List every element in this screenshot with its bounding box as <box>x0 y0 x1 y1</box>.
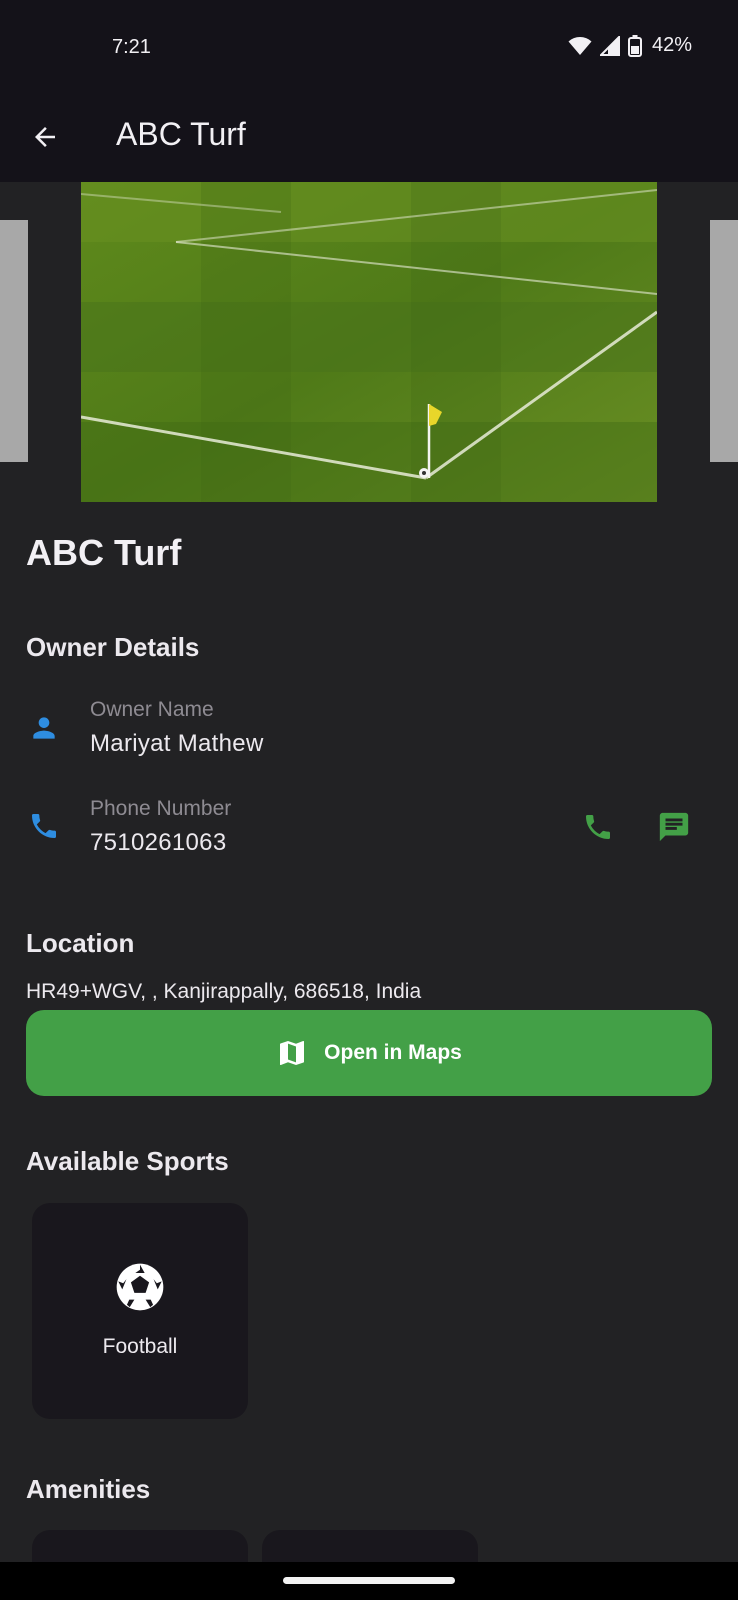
app-bar-title: ABC Turf <box>116 116 246 152</box>
turf-photo <box>81 182 657 502</box>
home-gesture-handle[interactable] <box>283 1577 455 1584</box>
battery-icon <box>627 34 642 57</box>
back-button[interactable] <box>24 116 66 158</box>
owner-name-label: Owner Name <box>90 698 214 721</box>
status-bar: 7:21 42% <box>0 0 738 92</box>
carousel-prev-image[interactable] <box>0 220 28 462</box>
status-time: 7:21 <box>112 36 151 58</box>
image-carousel[interactable] <box>0 182 738 502</box>
turf-image <box>81 182 657 502</box>
status-icons: 42% <box>568 34 692 57</box>
signal-icon <box>599 35 620 56</box>
carousel-next-image[interactable] <box>710 220 738 462</box>
call-button[interactable] <box>576 805 620 849</box>
arrow-back-icon <box>35 127 55 147</box>
app-bar: ABC Turf <box>0 92 738 182</box>
battery-percent: 42% <box>651 34 692 56</box>
location-title: Location <box>26 928 135 958</box>
message-button[interactable] <box>652 805 696 849</box>
sport-card-football[interactable]: Football <box>32 1203 248 1419</box>
football-icon <box>116 1263 164 1311</box>
phone-number-label: Phone Number <box>90 797 232 820</box>
open-in-maps-label: Open in Maps <box>324 1041 462 1064</box>
location-address: HR49+WGV, , Kanjirappally, 686518, India <box>26 980 422 1003</box>
sport-label: Football <box>102 1335 178 1358</box>
owner-name-value: Mariyat Mathew <box>90 730 264 757</box>
call-icon <box>586 815 610 839</box>
turf-name: ABC Turf <box>26 532 182 573</box>
open-in-maps-button[interactable]: Open in Maps <box>26 1010 712 1096</box>
message-icon <box>659 812 689 842</box>
available-sports-title: Available Sports <box>26 1146 229 1176</box>
amenities-title: Amenities <box>26 1474 151 1504</box>
system-nav-bar <box>0 1562 738 1600</box>
owner-details-title: Owner Details <box>26 632 200 662</box>
map-icon <box>280 1041 305 1065</box>
wifi-icon <box>568 36 592 55</box>
phone-number-value[interactable]: 7510261063 <box>90 829 226 857</box>
phone-icon <box>26 808 62 844</box>
person-icon <box>26 710 62 746</box>
